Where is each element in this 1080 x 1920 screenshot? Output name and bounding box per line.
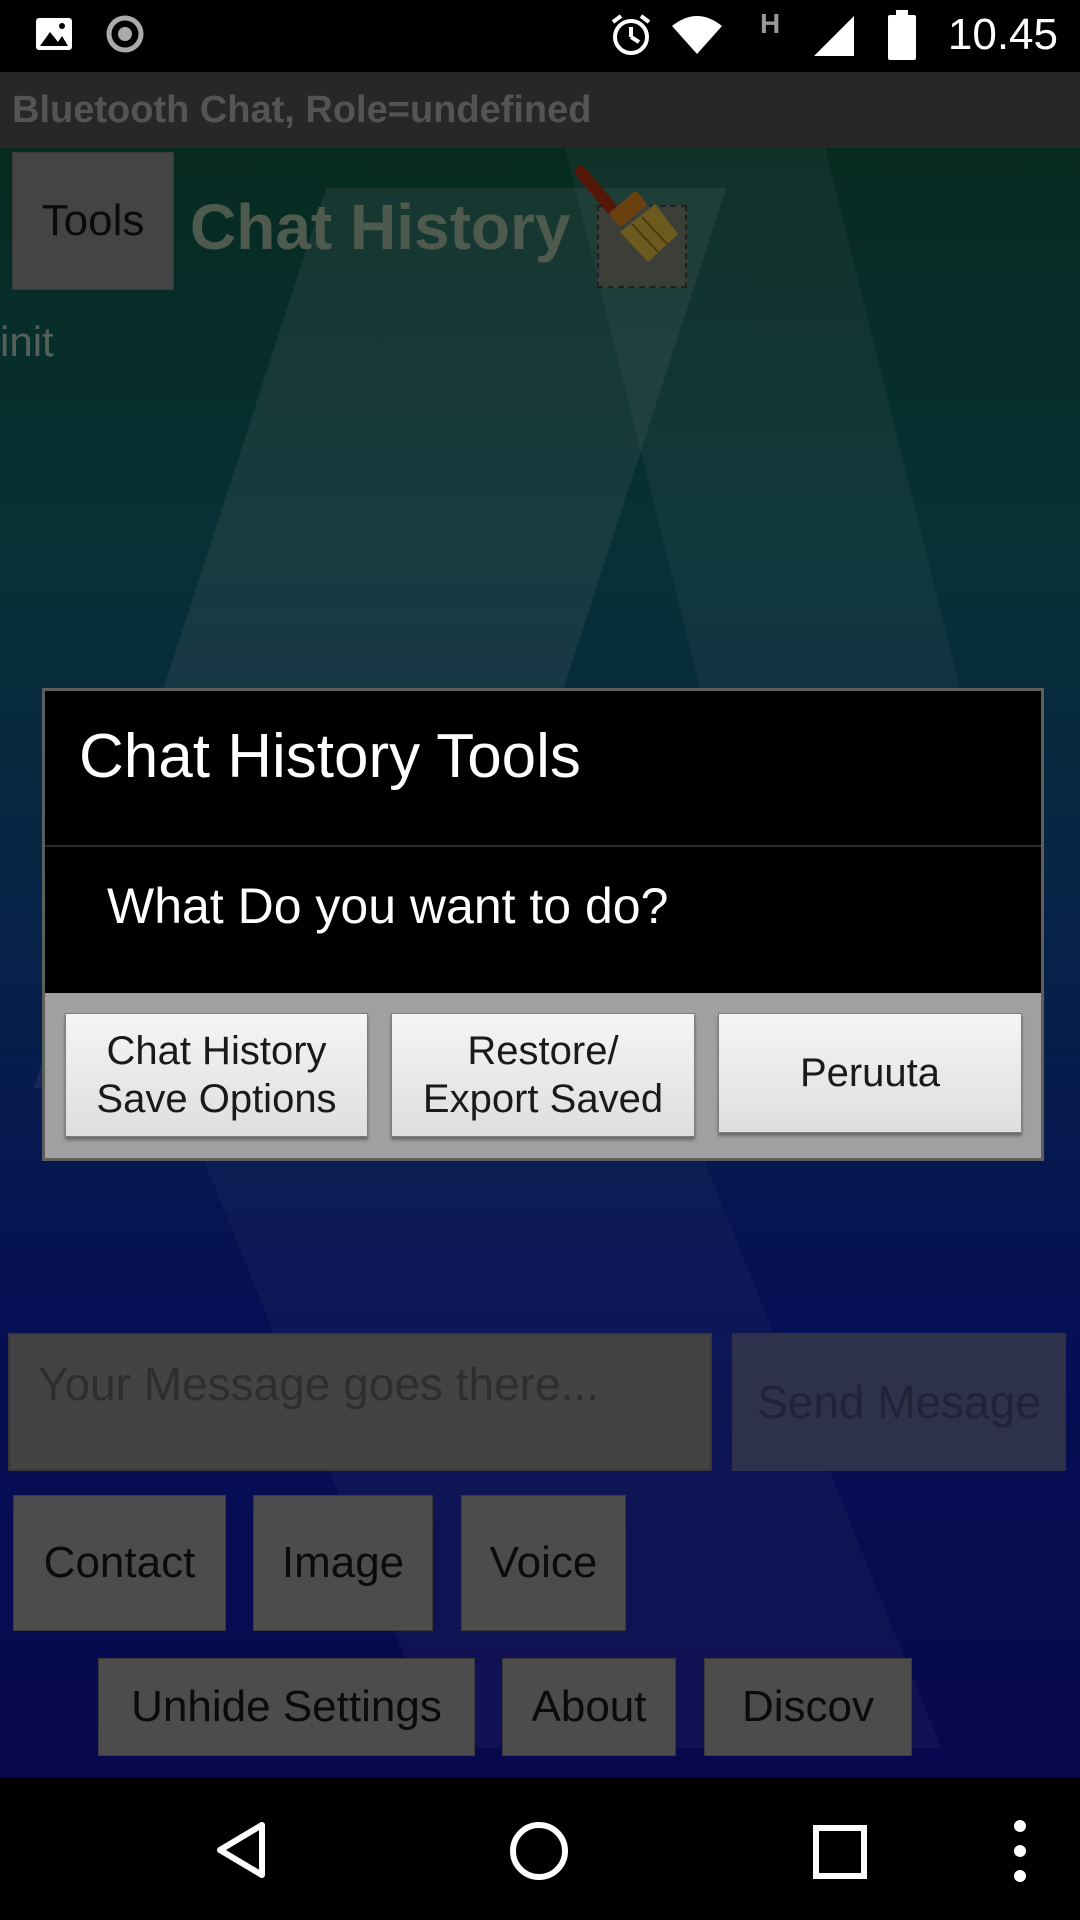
button-label-line: Save Options (96, 1077, 337, 1121)
back-icon[interactable] (212, 1820, 272, 1885)
clock-time: 10.45 (947, 10, 1058, 59)
save-options-button[interactable]: Chat History Save Options (65, 1013, 368, 1137)
recents-icon[interactable] (812, 1824, 868, 1885)
circle-notification-icon (105, 14, 145, 59)
dialog-message: What Do you want to do? (107, 878, 669, 934)
dialog-divider (45, 845, 1041, 847)
chat-history-tools-dialog: Chat History Tools What Do you want to d… (42, 688, 1044, 1161)
overflow-menu-icon[interactable] (1010, 1818, 1030, 1889)
network-type-label: H (760, 8, 781, 39)
battery-icon (888, 10, 916, 65)
button-label-line: Restore/ (467, 1029, 619, 1073)
dialog-button-bar: Chat History Save Options Restore/Export … (45, 993, 1041, 1158)
status-bar: H 10.45 (0, 0, 1080, 72)
cell-signal-icon (812, 14, 856, 63)
button-label-line: Peruuta (799, 1051, 941, 1095)
restore-export-button[interactable]: Restore/Export Saved (391, 1013, 695, 1137)
cancel-button[interactable]: Peruuta (718, 1013, 1022, 1133)
dialog-title: Chat History Tools (79, 722, 581, 791)
alarm-icon (608, 12, 654, 63)
image-icon (34, 14, 74, 59)
home-icon[interactable] (508, 1820, 570, 1887)
button-label-line: Export Saved (422, 1077, 664, 1121)
navigation-bar (0, 1778, 1080, 1920)
wifi-icon (670, 14, 724, 61)
button-label-line: Chat History (106, 1029, 327, 1073)
